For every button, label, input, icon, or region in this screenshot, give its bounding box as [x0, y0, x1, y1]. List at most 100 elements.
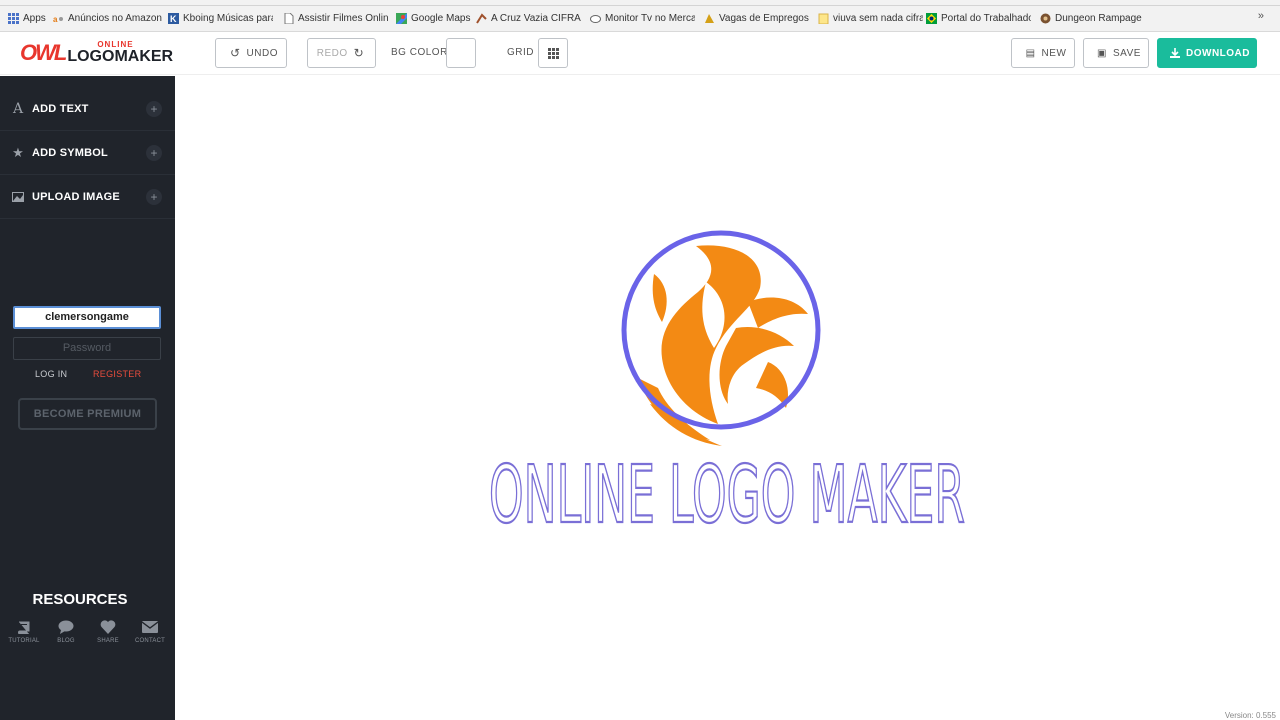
- bookmark-label: viuva sem nada cifra: [833, 12, 923, 24]
- file-icon: ▤: [1025, 47, 1036, 59]
- resource-blog[interactable]: BLOG: [48, 618, 84, 644]
- kboing-icon: K: [168, 12, 179, 24]
- design-canvas[interactable]: ONLINE LOGO MAKER Version: 0.555: [175, 76, 1280, 720]
- username-input[interactable]: clemersongame: [13, 306, 161, 329]
- amazon-icon: a: [53, 13, 64, 24]
- chat-icon: [48, 618, 84, 636]
- plus-icon: +: [146, 189, 162, 205]
- bookmarks-overflow-button[interactable]: »: [1258, 10, 1264, 22]
- sidebar-item-label: ADD SYMBOL: [32, 146, 108, 159]
- heart-icon: [90, 618, 126, 636]
- resource-tutorial[interactable]: TUTORIAL: [6, 618, 42, 644]
- redo-label: REDO: [316, 47, 348, 59]
- sidebar: A ADD TEXT + ★ ADD SYMBOL + UPLOAD IMAGE…: [0, 76, 175, 720]
- grid-icon: [547, 47, 559, 59]
- bookmark-label: Portal do Trabalhador: [941, 12, 1031, 24]
- bookmark-label: Dungeon Rampage n: [1055, 12, 1145, 24]
- brand-text-element[interactable]: ONLINE LOGO MAKER: [487, 448, 967, 530]
- book-icon: [6, 618, 42, 636]
- bookmark-label: Google Maps: [411, 12, 471, 24]
- bookmarks-bar: Apps a Anúncios no Amazon K Kboing Músic…: [0, 0, 1280, 32]
- undo-label: UNDO: [246, 47, 278, 59]
- new-label: NEW: [1041, 47, 1067, 59]
- bookmark-filmes[interactable]: Assistir Filmes Online: [283, 10, 388, 26]
- sidebar-item-label: UPLOAD IMAGE: [32, 190, 120, 203]
- image-icon: [11, 191, 25, 202]
- bookmark-apps[interactable]: Apps: [8, 10, 48, 26]
- resource-label: CONTACT: [135, 638, 165, 644]
- sidebar-item-add-text[interactable]: A ADD TEXT +: [0, 87, 175, 131]
- resource-label: SHARE: [97, 638, 119, 644]
- become-premium-button[interactable]: BECOME PREMIUM: [18, 398, 157, 430]
- bookmark-label: Kboing Músicas para: [183, 12, 273, 24]
- download-label: DOWNLOAD: [1186, 47, 1250, 59]
- login-link[interactable]: LOG IN: [35, 369, 67, 379]
- vagas-icon: [704, 13, 715, 24]
- svg-text:K: K: [170, 14, 177, 24]
- bookmark-label: Apps: [23, 12, 46, 24]
- resource-label: BLOG: [57, 638, 75, 644]
- logo-mark: OWL: [20, 40, 67, 65]
- undo-button[interactable]: ↺ UNDO: [215, 38, 287, 68]
- resource-share[interactable]: SHARE: [90, 618, 126, 644]
- portal-icon: [926, 12, 937, 24]
- monitor-icon: [590, 13, 601, 24]
- new-button[interactable]: ▤ NEW: [1011, 38, 1075, 68]
- app-header: OWL ONLINE LOGOMAKER ↺ UNDO REDO ↻ BG CO…: [0, 32, 1280, 75]
- redo-button[interactable]: REDO ↻: [307, 38, 376, 68]
- bookmark-dungeon[interactable]: Dungeon Rampage n: [1040, 10, 1145, 26]
- undo-icon: ↺: [229, 46, 241, 60]
- bg-color-label: BG COLOR: [391, 47, 448, 58]
- bookmark-maps[interactable]: Google Maps: [396, 10, 471, 26]
- download-icon: [1170, 48, 1180, 58]
- maps-icon: [396, 12, 407, 24]
- floppy-icon: ▣: [1097, 47, 1107, 59]
- save-label: SAVE: [1113, 47, 1141, 59]
- resource-contact[interactable]: CONTACT: [132, 618, 168, 644]
- password-input[interactable]: Password: [13, 337, 161, 360]
- register-link[interactable]: REGISTER: [93, 369, 141, 379]
- cifra-icon: [476, 12, 487, 24]
- redo-icon: ↻: [353, 46, 365, 60]
- bookmark-cifra[interactable]: A Cruz Vazia CIFRA S: [476, 10, 581, 26]
- logo-text: ONLINE LOGOMAKER: [67, 41, 173, 65]
- version-label: Version: 0.555: [1224, 711, 1276, 720]
- resources-title: RESOURCES: [32, 591, 128, 608]
- flame-logo-symbol[interactable]: [618, 228, 826, 450]
- bookmark-portal[interactable]: Portal do Trabalhador: [926, 10, 1031, 26]
- grid-toggle-button[interactable]: [538, 38, 568, 68]
- bookmark-monitor[interactable]: Monitor Tv no Merca: [590, 10, 695, 26]
- svg-text:a: a: [53, 15, 58, 24]
- resource-label: TUTORIAL: [8, 638, 40, 644]
- plus-icon: +: [146, 101, 162, 117]
- bookmark-vagas[interactable]: Vagas de Empregos e: [704, 10, 809, 26]
- bookmark-amazon[interactable]: a Anúncios no Amazon: [53, 10, 163, 26]
- apps-grid-icon: [8, 12, 19, 24]
- sidebar-item-add-symbol[interactable]: ★ ADD SYMBOL +: [0, 131, 175, 175]
- address-bar-strip: [0, 0, 1280, 6]
- sidebar-item-label: ADD TEXT: [32, 102, 89, 115]
- bookmark-label: Assistir Filmes Online: [298, 12, 388, 24]
- bookmark-kboing[interactable]: K Kboing Músicas para: [168, 10, 273, 26]
- star-icon: ★: [12, 144, 24, 160]
- grid-label: GRID: [507, 47, 534, 58]
- font-icon: A: [12, 100, 24, 117]
- bookmark-label: Anúncios no Amazon: [68, 12, 162, 24]
- logo-big-text: LOGOMAKER: [67, 48, 174, 65]
- bookmark-viuva[interactable]: viuva sem nada cifra: [818, 10, 923, 26]
- plus-icon: +: [146, 145, 162, 161]
- bg-color-swatch[interactable]: [446, 38, 476, 68]
- flame-icon: [638, 245, 808, 446]
- envelope-icon: [132, 618, 168, 636]
- folder-icon: [818, 13, 829, 24]
- sidebar-item-upload-image[interactable]: UPLOAD IMAGE +: [0, 175, 175, 219]
- bookmark-label: Monitor Tv no Merca: [605, 12, 695, 24]
- app-logo[interactable]: OWL ONLINE LOGOMAKER: [20, 38, 173, 68]
- bookmark-label: A Cruz Vazia CIFRA S: [491, 12, 581, 24]
- page-icon: [283, 12, 294, 24]
- download-button[interactable]: DOWNLOAD: [1157, 38, 1257, 68]
- brand-text: ONLINE LOGO MAKER: [489, 449, 965, 530]
- bookmark-label: Vagas de Empregos e: [719, 12, 809, 24]
- save-button[interactable]: ▣ SAVE: [1083, 38, 1149, 68]
- dungeon-icon: [1040, 13, 1051, 24]
